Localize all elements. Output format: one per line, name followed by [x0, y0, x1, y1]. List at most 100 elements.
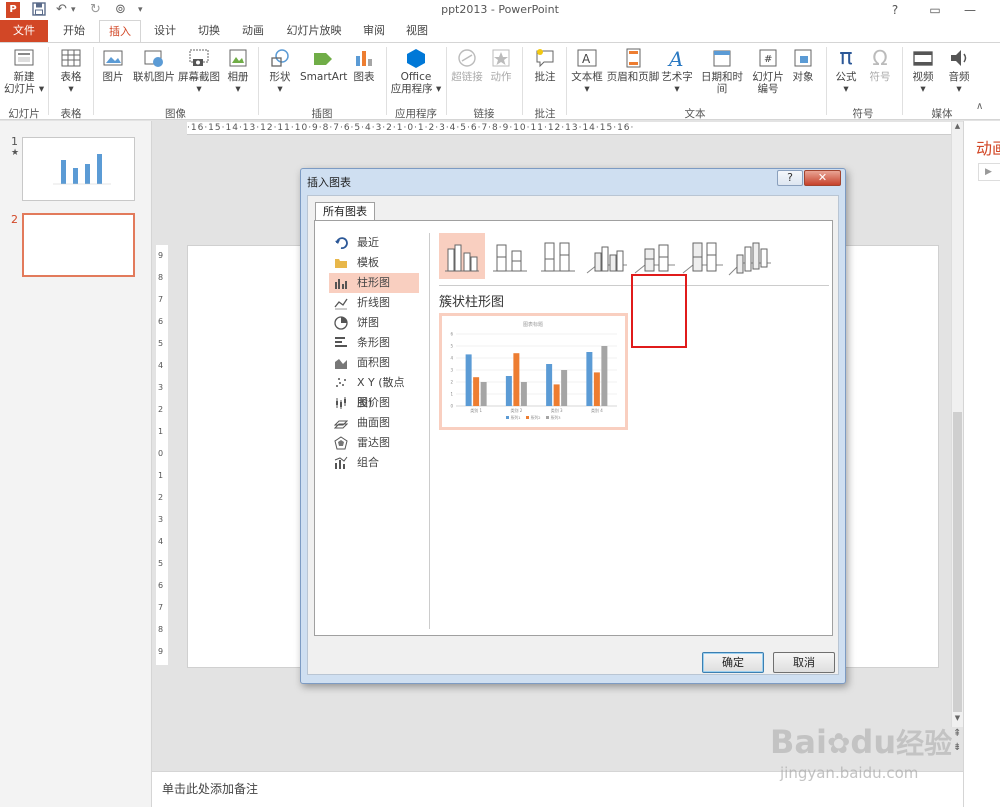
- subtype-100-stacked-column[interactable]: [535, 233, 581, 279]
- table-button[interactable]: 表格 ▾: [53, 47, 89, 95]
- chart-button[interactable]: 图表: [350, 47, 378, 83]
- category-line[interactable]: 折线图: [329, 293, 419, 313]
- ok-button[interactable]: 确定: [702, 652, 764, 673]
- slide-thumbnail-2[interactable]: [22, 213, 135, 277]
- category-column[interactable]: 柱形图: [329, 273, 419, 293]
- chart-preview[interactable]: 图表标题 6 5 4 3 2 1 0 类别 1 类别 2 类别 3 类别 4 系列1 系列2 系列3: [439, 313, 628, 430]
- video-label: 视频 ▾: [912, 71, 934, 95]
- date-time-label: 日期和时间: [701, 71, 743, 95]
- chart-bar: [480, 382, 487, 406]
- legend-swatch: [546, 416, 549, 419]
- y-tick-label: 0: [450, 404, 453, 409]
- new-slide-button[interactable]: 新建 幻灯片 ▾: [4, 47, 44, 95]
- subtype-3d-column[interactable]: [727, 233, 773, 279]
- tab-file[interactable]: 文件: [0, 20, 48, 42]
- minimize-button[interactable]: —: [955, 0, 985, 20]
- x-tick-label: 类别 3: [551, 407, 563, 413]
- ruler-tick-label: 7: [158, 295, 164, 304]
- watermark-url: jingyan.baidu.com: [780, 764, 919, 782]
- subtype-clustered-column[interactable]: [439, 233, 485, 279]
- category-bar[interactable]: 条形图: [329, 333, 419, 353]
- symbol-button[interactable]: Ω 符号: [866, 47, 894, 83]
- new-slide-icon: [13, 47, 35, 69]
- animation-pane-title: 动画: [976, 139, 1000, 158]
- category-stock[interactable]: 股价图: [329, 393, 419, 413]
- category-label: 模板: [357, 256, 379, 269]
- recent-icon: [334, 236, 348, 250]
- tab-review[interactable]: 审阅: [355, 20, 393, 42]
- collapse-ribbon-icon[interactable]: ∧: [976, 101, 983, 112]
- tab-view[interactable]: 视图: [398, 20, 436, 42]
- comment-button[interactable]: 批注: [528, 47, 562, 83]
- subtype-3d-clustered-column[interactable]: [583, 233, 629, 279]
- slide-number-button[interactable]: # 幻灯片 编号: [750, 47, 786, 95]
- hyperlink-button[interactable]: 超链接: [450, 47, 484, 83]
- smartart-button[interactable]: SmartArt: [300, 47, 347, 83]
- slide-number-1: 1: [11, 135, 18, 148]
- play-from-button[interactable]: ▶: [978, 163, 1000, 181]
- ruler-tick-label: 7: [158, 603, 164, 612]
- tab-home[interactable]: 开始: [55, 20, 93, 42]
- tab-all-charts[interactable]: 所有图表: [315, 202, 375, 221]
- category-scatter[interactable]: X Y (散点图): [329, 373, 419, 409]
- shapes-button[interactable]: 形状 ▾: [264, 47, 296, 95]
- chart-bar: [546, 364, 553, 406]
- category-area[interactable]: 面积图: [329, 353, 419, 373]
- ruler-tick-label: 5: [158, 339, 164, 348]
- area-chart-icon: [334, 356, 348, 370]
- category-combo[interactable]: 组合: [329, 453, 419, 473]
- category-recent[interactable]: 最近: [329, 233, 419, 253]
- y-tick-label: 6: [450, 332, 453, 337]
- y-tick-label: 5: [450, 344, 453, 349]
- comment-icon: [534, 47, 556, 69]
- textbox-button[interactable]: A 文本框 ▾: [570, 47, 604, 95]
- subtype-3d-stacked-column[interactable]: [631, 233, 677, 279]
- photo-album-button[interactable]: 相册 ▾: [224, 47, 252, 95]
- scroll-up-icon[interactable]: ▲: [953, 122, 962, 134]
- vertical-ruler: 9 8 7 6 5 4 3 2 1 0 1 2 3 4 5 6 7 8 9: [156, 245, 168, 665]
- category-radar[interactable]: 雷达图: [329, 433, 419, 453]
- category-pie[interactable]: 饼图: [329, 313, 419, 333]
- video-button[interactable]: 视频 ▾: [908, 47, 938, 95]
- tab-insert[interactable]: 插入: [99, 20, 141, 43]
- tab-transitions[interactable]: 切换: [190, 20, 228, 42]
- office-apps-button[interactable]: Office 应用程序 ▾: [390, 47, 442, 95]
- shapes-icon: [269, 47, 291, 69]
- category-surface[interactable]: 曲面图: [329, 413, 419, 433]
- ribbon-display-options-icon[interactable]: ▭: [920, 0, 950, 20]
- picture-button[interactable]: 图片: [98, 47, 128, 83]
- comment-label: 批注: [534, 71, 556, 83]
- action-star-icon: [490, 47, 512, 69]
- ruler-tick-label: 8: [158, 273, 164, 282]
- scrollbar-thumb[interactable]: [953, 412, 962, 712]
- ruler-tick-label: 3: [158, 383, 164, 392]
- slide-thumbnail-1[interactable]: [22, 137, 135, 201]
- vertical-scrollbar[interactable]: ▲ ▼: [951, 122, 963, 727]
- wordart-icon: A: [666, 47, 688, 71]
- dialog-help-button[interactable]: ?: [777, 170, 803, 186]
- equation-button[interactable]: π 公式 ▾: [830, 47, 862, 96]
- dialog-body: 所有图表 最近 模板 柱形图 折线图 饼图 条形图 面积图 X Y (散点图) …: [307, 195, 839, 675]
- chart-bar: [513, 353, 520, 406]
- header-footer-button[interactable]: 页眉和页脚: [606, 47, 660, 83]
- tab-animations[interactable]: 动画: [234, 20, 272, 42]
- tab-design[interactable]: 设计: [146, 20, 184, 42]
- object-button[interactable]: 对象: [788, 47, 818, 83]
- screenshot-button[interactable]: 屏幕截图 ▾: [177, 47, 221, 95]
- cancel-button[interactable]: 取消: [773, 652, 835, 673]
- audio-button[interactable]: 音频 ▾: [944, 47, 974, 95]
- wordart-button[interactable]: A 艺术字 ▾: [660, 47, 694, 95]
- subtype-3d-100-stacked-column[interactable]: [679, 233, 725, 279]
- ribbon-help-icon[interactable]: ?: [880, 0, 910, 20]
- category-templates[interactable]: 模板: [329, 253, 419, 273]
- subtype-stacked-column[interactable]: [487, 233, 533, 279]
- date-time-button[interactable]: 日期和时间: [696, 47, 748, 95]
- tab-slideshow[interactable]: 幻灯片放映: [282, 20, 346, 42]
- animation-star-icon: ★: [11, 148, 20, 158]
- dialog-close-button[interactable]: ✕: [804, 170, 841, 186]
- speaker-icon: [948, 47, 970, 69]
- ruler-tick-label: 2: [158, 493, 164, 502]
- action-button[interactable]: 动作: [486, 47, 516, 83]
- online-picture-button[interactable]: 联机图片: [132, 47, 176, 83]
- pie-chart-icon: [334, 316, 348, 330]
